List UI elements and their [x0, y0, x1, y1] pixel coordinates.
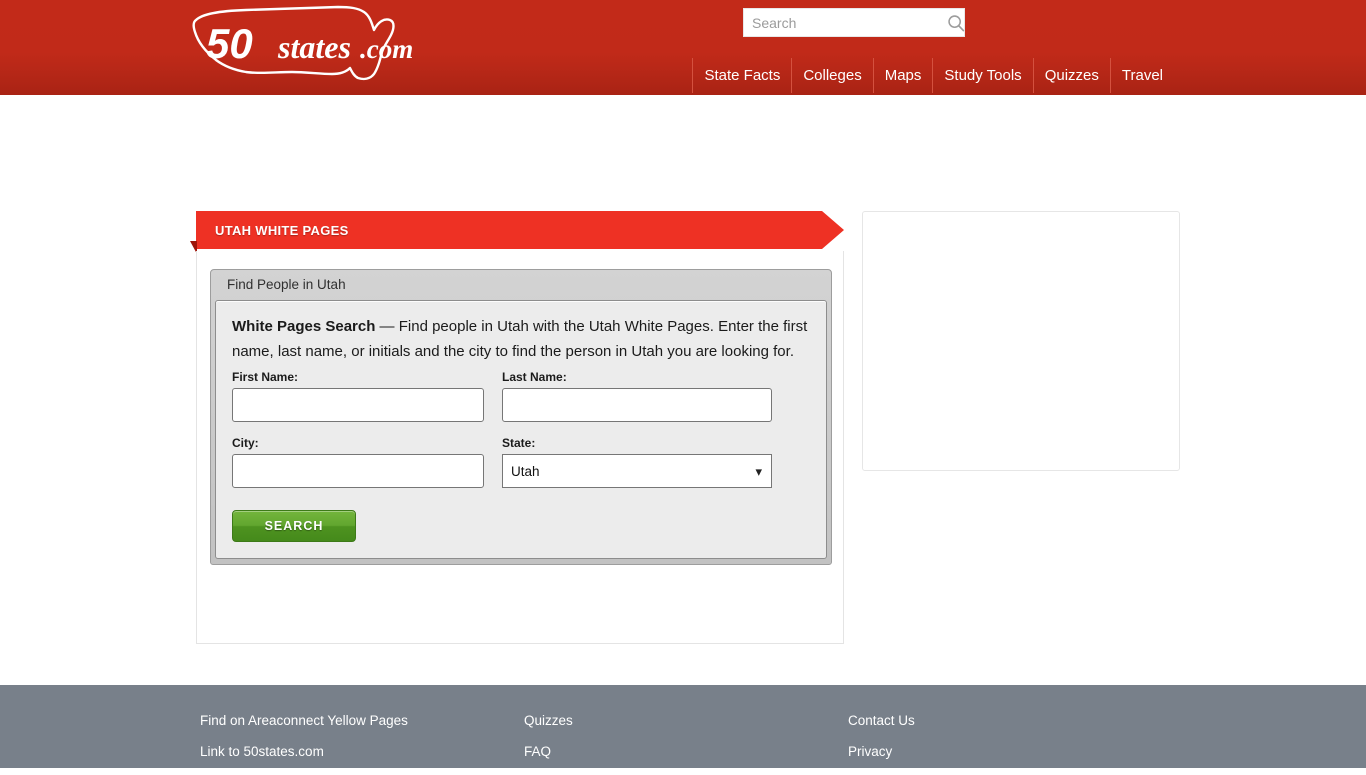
state-select[interactable]: Utah	[502, 454, 772, 488]
find-people-widget: Find People in Utah White Pages Search —…	[210, 269, 832, 565]
first-name-input[interactable]	[232, 388, 484, 422]
location-field-row: City: State: Utah ▾	[232, 436, 810, 488]
ribbon-banner: UTAH WHITE PAGES	[196, 211, 844, 249]
city-label: City:	[232, 436, 259, 450]
intro-text: White Pages Search — Find people in Utah…	[232, 315, 810, 364]
state-field-group: State: Utah ▾	[502, 436, 772, 488]
footer-link-privacy[interactable]: Privacy	[848, 744, 915, 759]
last-name-field-group: Last Name:	[502, 370, 772, 422]
content-card: Find People in Utah White Pages Search —…	[196, 251, 844, 644]
page-title-ribbon: UTAH WHITE PAGES	[190, 211, 850, 254]
last-name-label: Last Name:	[502, 370, 567, 384]
nav-item-state-facts[interactable]: State Facts	[693, 58, 793, 93]
name-field-row: First Name: Last Name:	[232, 370, 810, 422]
footer-link-link-to-50states[interactable]: Link to 50states.com	[200, 744, 408, 759]
footer-link-contact-us[interactable]: Contact Us	[848, 713, 915, 728]
svg-text:states: states	[277, 29, 351, 65]
state-label: State:	[502, 436, 536, 450]
footer-column-3: Contact Us Privacy	[848, 713, 915, 775]
footer-link-quizzes[interactable]: Quizzes	[524, 713, 573, 728]
footer-link-areaconnect[interactable]: Find on Areaconnect Yellow Pages	[200, 713, 408, 728]
main-nav: State Facts Colleges Maps Study Tools Qu…	[692, 58, 1174, 93]
widget-title: Find People in Utah	[227, 277, 346, 292]
nav-item-travel[interactable]: Travel	[1111, 58, 1174, 93]
main-content-column: UTAH WHITE PAGES Find People in Utah Whi…	[190, 211, 850, 644]
page-wrap: UTAH WHITE PAGES Find People in Utah Whi…	[178, 95, 1188, 685]
nav-item-study-tools[interactable]: Study Tools	[933, 58, 1034, 93]
widget-body: White Pages Search — Find people in Utah…	[215, 300, 827, 559]
search-input[interactable]	[744, 10, 941, 35]
site-header: 50 states .com State Facts Colleges Maps…	[0, 0, 1366, 95]
footer-column-1: Find on Areaconnect Yellow Pages Link to…	[200, 713, 408, 775]
first-name-field-group: First Name:	[232, 370, 484, 422]
footer-inner: Find on Areaconnect Yellow Pages Link to…	[178, 685, 1188, 768]
site-footer: Find on Areaconnect Yellow Pages Link to…	[0, 685, 1366, 768]
svg-text:50: 50	[206, 20, 253, 67]
search-button[interactable]: SEARCH	[232, 510, 356, 542]
footer-link-faq[interactable]: FAQ	[524, 744, 573, 759]
svg-text:.com: .com	[360, 34, 413, 64]
intro-lead: White Pages Search	[232, 318, 376, 335]
sidebar-ad-placeholder	[862, 211, 1180, 471]
search-icon[interactable]	[941, 9, 971, 36]
city-input[interactable]	[232, 454, 484, 488]
nav-item-colleges[interactable]: Colleges	[792, 58, 874, 93]
site-logo[interactable]: 50 states .com	[188, 2, 418, 88]
footer-column-2: Quizzes FAQ	[524, 713, 573, 775]
state-select-wrap: Utah ▾	[502, 454, 772, 488]
page-title: UTAH WHITE PAGES	[215, 222, 349, 238]
last-name-input[interactable]	[502, 388, 772, 422]
city-field-group: City:	[232, 436, 484, 488]
first-name-label: First Name:	[232, 370, 299, 384]
header-search-box[interactable]	[743, 8, 965, 37]
nav-item-quizzes[interactable]: Quizzes	[1034, 58, 1111, 93]
header-inner: 50 states .com State Facts Colleges Maps…	[178, 0, 1188, 95]
nav-item-maps[interactable]: Maps	[874, 58, 934, 93]
